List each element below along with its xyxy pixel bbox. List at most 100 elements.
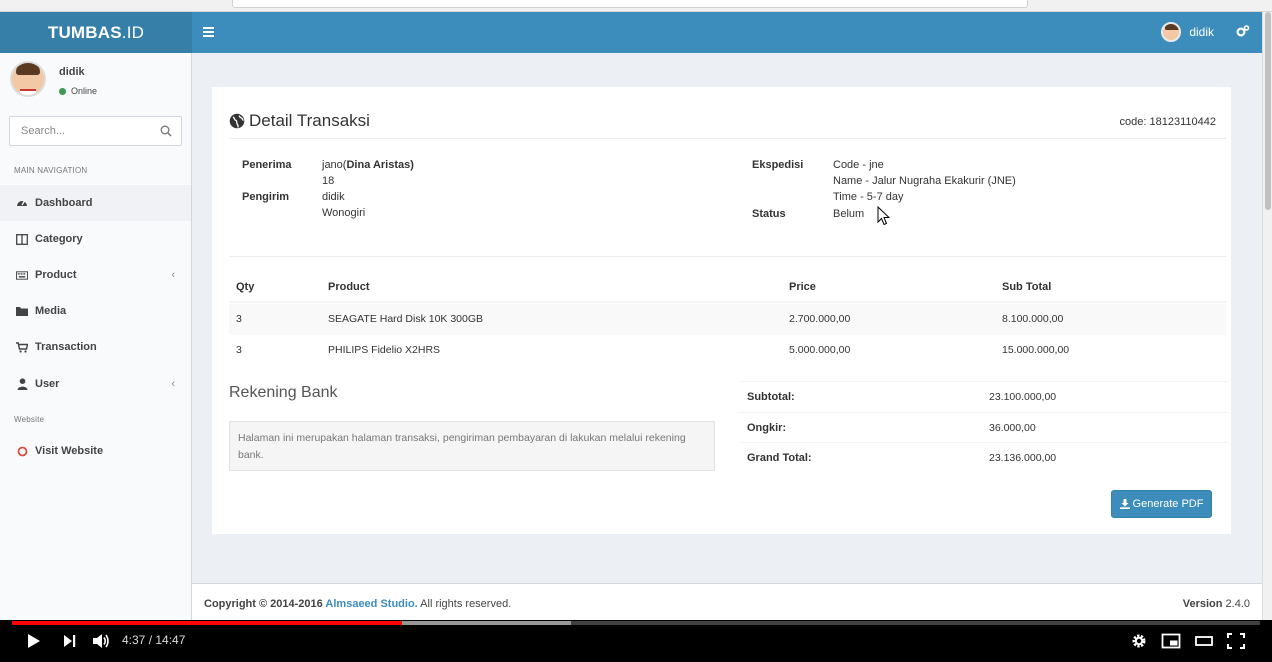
- copyright-prefix: Copyright © 2014-2016: [204, 598, 326, 610]
- mouse-cursor-icon: [877, 206, 891, 226]
- sidebar-item-label: Product: [35, 269, 77, 281]
- cell-qty: 3: [236, 344, 242, 356]
- scrollbar-thumb[interactable]: [1265, 12, 1271, 210]
- video-time: 4:37 / 14:47: [122, 633, 186, 647]
- col-subtotal: Sub Total: [1002, 281, 1052, 293]
- user-icon: [16, 378, 28, 390]
- sidebar-item-label: Visit Website: [35, 445, 104, 457]
- transaction-detail-box: Detail Transaksi code: 18123110442 Pener…: [212, 87, 1231, 534]
- sidebar: didik Online MAIN NAVIGATION Dashboard C…: [0, 53, 192, 620]
- sidebar-item-label: Transaction: [35, 341, 97, 353]
- theater-mode-icon[interactable]: [1194, 632, 1214, 650]
- penerima-name: jano(: [322, 159, 347, 171]
- app-logo[interactable]: TUMBAS .ID: [0, 12, 192, 53]
- fullscreen-icon[interactable]: [1226, 632, 1246, 650]
- version-value: 2.4.0: [1222, 598, 1250, 610]
- website-header: Website: [14, 415, 45, 424]
- download-icon: [1119, 499, 1130, 509]
- next-icon[interactable]: [60, 632, 80, 650]
- keyboard-icon: [16, 269, 28, 281]
- ekspedisi-code: Code - jne: [833, 159, 884, 171]
- gears-icon: [1236, 25, 1250, 37]
- ongkir-row: Ongkir: 36.000,00: [739, 412, 1228, 443]
- subtotal-value: 23.100.000,00: [989, 391, 1057, 403]
- sidebar-item-media[interactable]: Media: [0, 293, 191, 329]
- info-divider: [229, 256, 1226, 257]
- sidebar-item-label: User: [35, 378, 60, 390]
- cart-icon: [16, 341, 28, 353]
- sidebar-item-visit-website[interactable]: Visit Website: [0, 433, 191, 469]
- cell-subtotal: 8.100.000,00: [1002, 313, 1064, 325]
- sidebar-search: [9, 116, 182, 146]
- table-row: 3 SEAGATE Hard Disk 10K 300GB 2.700.000,…: [229, 304, 1226, 335]
- table-header-row: Qty Product Price Sub Total: [229, 272, 1226, 303]
- page-scrollbar[interactable]: [1262, 12, 1272, 620]
- pengirim-name: didik: [322, 191, 345, 203]
- logo-thin: .ID: [121, 22, 145, 42]
- video-progress-bar[interactable]: [12, 621, 1260, 625]
- ekspedisi-time: Time - 5-7 day: [833, 191, 904, 203]
- settings-gear-icon[interactable]: [1129, 632, 1149, 650]
- video-player-controls: 4:37 / 14:47: [0, 620, 1272, 662]
- status-value: Belum: [833, 208, 865, 220]
- sidebar-item-dashboard[interactable]: Dashboard: [0, 185, 191, 221]
- user-avatar: [10, 61, 46, 97]
- penerima-bold: Dina Aristas): [346, 159, 414, 171]
- volume-icon[interactable]: [91, 632, 111, 650]
- sidebar-item-label: Category: [35, 233, 83, 245]
- copyright-rights: All rights reserved.: [417, 598, 512, 610]
- studio-link[interactable]: Almsaeed Studio.: [325, 598, 417, 610]
- main-footer: Copyright © 2014-2016 Almsaeed Studio. A…: [192, 583, 1262, 621]
- hamburger-icon: [203, 27, 214, 37]
- screen: TUMBAS.ID didik didik Online MAIN NAVIGA…: [0, 0, 1272, 662]
- cell-product: SEAGATE Hard Disk 10K 300GB: [328, 313, 484, 325]
- title-divider: [229, 138, 1226, 139]
- penerima-label: Penerima: [242, 159, 292, 171]
- cell-subtotal: 15.000.000,00: [1002, 344, 1070, 356]
- online-dot-icon: [59, 87, 66, 95]
- sidebar-item-label: Dashboard: [35, 197, 93, 209]
- page-title: Detail Transaksi: [229, 111, 370, 131]
- subtotal-label: Subtotal:: [747, 391, 795, 403]
- cell-price: 2.700.000,00: [789, 313, 851, 325]
- rekening-bank-title: Rekening Bank: [229, 384, 338, 401]
- play-icon[interactable]: [24, 632, 44, 650]
- circle-icon: [16, 445, 28, 457]
- header-user-menu[interactable]: didik: [1161, 22, 1214, 42]
- sidebar-item-category[interactable]: Category: [0, 221, 191, 257]
- sidebar-item-product[interactable]: Product ‹: [0, 257, 191, 293]
- grand-total-value: 23.136.000,00: [989, 452, 1057, 464]
- copyright: Copyright © 2014-2016 Almsaeed Studio. A…: [204, 598, 511, 610]
- search-input[interactable]: [10, 117, 150, 145]
- version-label: Version: [1182, 598, 1223, 610]
- sidebar-user-name: didik: [59, 66, 85, 78]
- user-status: Online: [59, 86, 97, 96]
- columns-icon: [16, 233, 28, 245]
- generate-pdf-button[interactable]: Generate PDF: [1111, 490, 1212, 518]
- sidebar-toggle-button[interactable]: [203, 24, 217, 40]
- control-sidebar-button[interactable]: [1236, 24, 1250, 41]
- sidebar-item-transaction[interactable]: Transaction: [0, 329, 191, 365]
- rekening-bank-note: Halaman ini merupakan halaman transaksi,…: [229, 421, 715, 471]
- version: Version 2.4.0: [1183, 598, 1250, 610]
- transaction-code: code: 18123110442: [1119, 116, 1216, 128]
- col-product: Product: [328, 281, 370, 293]
- pengirim-city: Wonogiri: [322, 207, 366, 219]
- chevron-left-icon: ‹: [171, 269, 175, 281]
- cell-product: PHILIPS Fidelio X2HRS: [328, 344, 441, 356]
- address-bar[interactable]: [232, 0, 1028, 8]
- sidebar-item-user[interactable]: User ‹: [0, 366, 191, 402]
- content-wrapper: Detail Transaksi code: 18123110442 Pener…: [192, 53, 1262, 583]
- pengirim-label: Pengirim: [242, 191, 290, 203]
- ekspedisi-name: Name - Jalur Nugraha Ekakurir (JNE): [833, 175, 1016, 187]
- sidebar-item-label: Media: [35, 305, 67, 317]
- grand-total-row: Grand Total: 23.136.000,00: [739, 442, 1228, 473]
- browser-toolbar: [0, 0, 1272, 12]
- search-icon[interactable]: [160, 125, 172, 137]
- user-status-text: Online: [71, 86, 98, 96]
- miniplayer-icon[interactable]: [1161, 632, 1181, 650]
- table-row: 3 PHILIPS Fidelio X2HRS 5.000.000,00 15.…: [229, 335, 1226, 366]
- col-price: Price: [789, 281, 816, 293]
- folder-icon: [16, 305, 28, 317]
- subtotal-row: Subtotal: 23.100.000,00: [739, 381, 1228, 412]
